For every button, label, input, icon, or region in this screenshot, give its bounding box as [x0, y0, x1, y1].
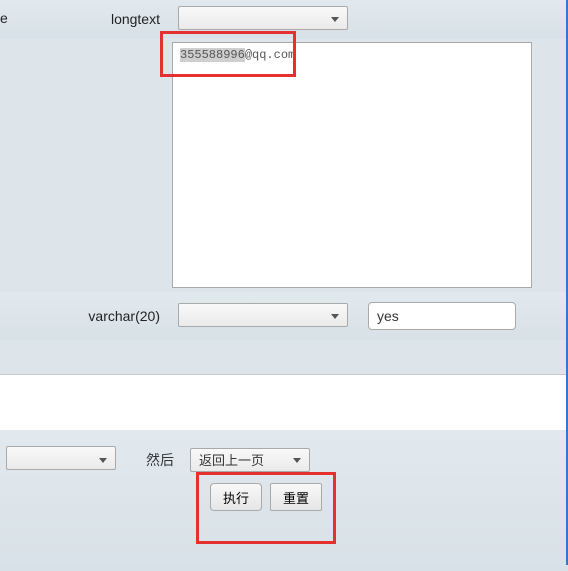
then-label: 然后 — [146, 450, 174, 470]
input-varchar-value[interactable] — [368, 302, 516, 330]
row-longtext-body: 355588996@qq.com — [0, 38, 568, 292]
dropdown-back-wrap: 返回上一页 — [190, 448, 310, 472]
dropdown-varchar-wrap — [178, 303, 348, 330]
row-longtext-header: longtext — [0, 0, 568, 38]
dropdown-back[interactable]: 返回上一页 — [190, 448, 310, 472]
footer-row: 然后 返回上一页 — [0, 446, 568, 473]
label-longtext: longtext — [0, 11, 178, 27]
dropdown-longtext-wrap — [178, 6, 348, 33]
dropdown-small[interactable] — [6, 446, 116, 470]
reset-button[interactable]: 重置 — [270, 483, 322, 511]
dropdown-varchar[interactable] — [178, 303, 348, 327]
button-row: 执行 重置 — [0, 483, 568, 511]
textarea-longtext[interactable] — [172, 42, 532, 288]
footer: 然后 返回上一页 执行 重置 — [0, 430, 568, 571]
row-varchar: varchar(20) — [0, 292, 568, 340]
execute-button[interactable]: 执行 — [210, 483, 262, 511]
dropdown-small-wrap — [6, 446, 116, 473]
textarea-wrap: 355588996@qq.com — [172, 42, 532, 288]
dropdown-longtext[interactable] — [178, 6, 348, 30]
truncated-label: e — [0, 10, 8, 26]
greyband — [0, 340, 568, 374]
whitespace — [0, 375, 568, 430]
label-varchar: varchar(20) — [0, 308, 178, 324]
